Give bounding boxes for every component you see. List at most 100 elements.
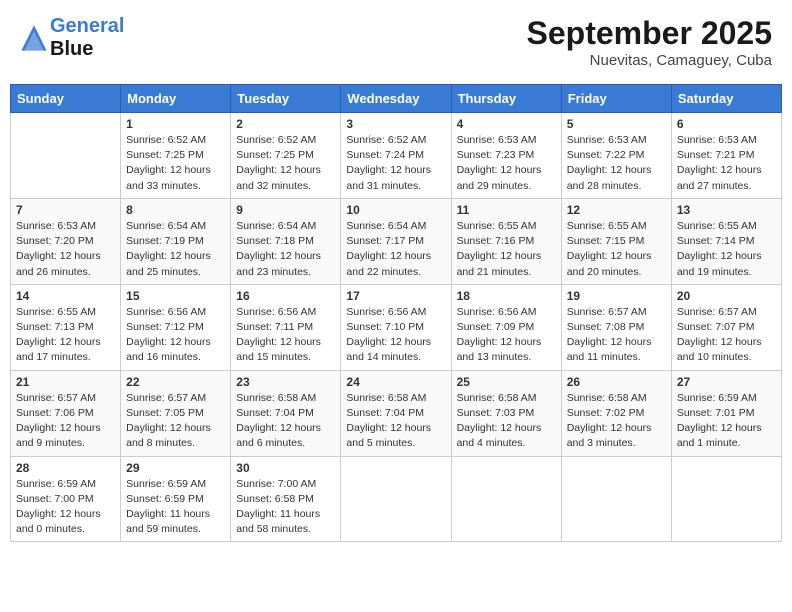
day-number: 9 bbox=[236, 203, 335, 217]
calendar-cell: 15 Sunrise: 6:56 AMSunset: 7:12 PMDayligh… bbox=[121, 284, 231, 370]
day-info: Sunrise: 6:54 AMSunset: 7:19 PMDaylight:… bbox=[126, 219, 225, 280]
logo-text-blue: Blue bbox=[50, 38, 124, 61]
day-number: 13 bbox=[677, 203, 776, 217]
calendar-cell: 21Sunrise: 6:57 AMSunset: 7:06 PMDayligh… bbox=[11, 370, 121, 456]
weekday-header-friday: Friday bbox=[561, 85, 671, 113]
day-info: Sunrise: 6:56 AMSunset: 7:11 PMDaylight:… bbox=[236, 305, 335, 366]
month-title: September 2025 bbox=[527, 15, 772, 52]
calendar-cell bbox=[11, 113, 121, 199]
day-number: 3 bbox=[346, 117, 445, 131]
week-row-2: 7 Sunrise: 6:53 AMSunset: 7:20 PMDaylight… bbox=[11, 198, 782, 284]
day-info: Sunrise: 6:56 AMSunset: 7:09 PMDaylight:… bbox=[457, 305, 556, 366]
calendar-cell: 16 Sunrise: 6:56 AMSunset: 7:11 PMDayligh… bbox=[231, 284, 341, 370]
day-info: Sunrise: 6:56 AMSunset: 7:10 PMDaylight:… bbox=[346, 305, 445, 366]
calendar-cell: 19Sunrise: 6:57 AMSunset: 7:08 PMDayligh… bbox=[561, 284, 671, 370]
day-info: Sunrise: 6:55 AMSunset: 7:13 PMDaylight:… bbox=[16, 305, 115, 366]
calendar-cell bbox=[561, 456, 671, 542]
calendar-cell bbox=[451, 456, 561, 542]
day-info: Sunrise: 6:59 AMSunset: 6:59 PMDaylight:… bbox=[126, 477, 225, 538]
calendar-cell: 2 Sunrise: 6:52 AMSunset: 7:25 PMDaylight… bbox=[231, 113, 341, 199]
day-info: Sunrise: 6:55 AMSunset: 7:16 PMDaylight:… bbox=[457, 219, 556, 280]
day-info: Sunrise: 6:53 AMSunset: 7:20 PMDaylight:… bbox=[16, 219, 115, 280]
day-number: 17 bbox=[346, 289, 445, 303]
day-number: 12 bbox=[567, 203, 666, 217]
day-info: Sunrise: 6:57 AMSunset: 7:07 PMDaylight:… bbox=[677, 305, 776, 366]
weekday-header-thursday: Thursday bbox=[451, 85, 561, 113]
day-info: Sunrise: 6:58 AMSunset: 7:04 PMDaylight:… bbox=[236, 391, 335, 452]
week-row-3: 14Sunrise: 6:55 AMSunset: 7:13 PMDayligh… bbox=[11, 284, 782, 370]
weekday-header-tuesday: Tuesday bbox=[231, 85, 341, 113]
calendar-cell: 17 Sunrise: 6:56 AMSunset: 7:10 PMDayligh… bbox=[341, 284, 451, 370]
day-number: 8 bbox=[126, 203, 225, 217]
week-row-5: 28 Sunrise: 6:59 AMSunset: 7:00 PMDayligh… bbox=[11, 456, 782, 542]
page-header: General Blue September 2025 Nuevitas, Ca… bbox=[10, 10, 782, 74]
day-number: 30 bbox=[236, 461, 335, 475]
calendar-cell: 5 Sunrise: 6:53 AMSunset: 7:22 PMDaylight… bbox=[561, 113, 671, 199]
day-number: 23 bbox=[236, 375, 335, 389]
day-info: Sunrise: 6:57 AMSunset: 7:08 PMDaylight:… bbox=[567, 305, 666, 366]
day-info: Sunrise: 6:57 AMSunset: 7:05 PMDaylight:… bbox=[126, 391, 225, 452]
day-number: 26 bbox=[567, 375, 666, 389]
day-number: 4 bbox=[457, 117, 556, 131]
calendar-cell: 1Sunrise: 6:52 AMSunset: 7:25 PMDaylight… bbox=[121, 113, 231, 199]
day-info: Sunrise: 6:58 AMSunset: 7:04 PMDaylight:… bbox=[346, 391, 445, 452]
day-info: Sunrise: 6:52 AMSunset: 7:25 PMDaylight:… bbox=[236, 133, 335, 194]
day-info: Sunrise: 7:00 AMSunset: 6:58 PMDaylight:… bbox=[236, 477, 335, 538]
day-info: Sunrise: 6:58 AMSunset: 7:02 PMDaylight:… bbox=[567, 391, 666, 452]
day-number: 29 bbox=[126, 461, 225, 475]
logo-text-general: General bbox=[50, 15, 124, 37]
day-number: 16 bbox=[236, 289, 335, 303]
calendar-cell: 8 Sunrise: 6:54 AMSunset: 7:19 PMDaylight… bbox=[121, 198, 231, 284]
day-number: 21 bbox=[16, 375, 115, 389]
day-number: 7 bbox=[16, 203, 115, 217]
day-info: Sunrise: 6:53 AMSunset: 7:21 PMDaylight:… bbox=[677, 133, 776, 194]
day-info: Sunrise: 6:54 AMSunset: 7:17 PMDaylight:… bbox=[346, 219, 445, 280]
calendar-cell: 11 Sunrise: 6:55 AMSunset: 7:16 PMDayligh… bbox=[451, 198, 561, 284]
week-row-4: 21Sunrise: 6:57 AMSunset: 7:06 PMDayligh… bbox=[11, 370, 782, 456]
calendar-cell: 13Sunrise: 6:55 AMSunset: 7:14 PMDayligh… bbox=[671, 198, 781, 284]
calendar-cell: 3 Sunrise: 6:52 AMSunset: 7:24 PMDaylight… bbox=[341, 113, 451, 199]
day-info: Sunrise: 6:53 AMSunset: 7:22 PMDaylight:… bbox=[567, 133, 666, 194]
weekday-header-saturday: Saturday bbox=[671, 85, 781, 113]
day-number: 27 bbox=[677, 375, 776, 389]
calendar-cell: 30 Sunrise: 7:00 AMSunset: 6:58 PMDayligh… bbox=[231, 456, 341, 542]
weekday-header-monday: Monday bbox=[121, 85, 231, 113]
day-number: 10 bbox=[346, 203, 445, 217]
day-number: 2 bbox=[236, 117, 335, 131]
calendar-cell: 28 Sunrise: 6:59 AMSunset: 7:00 PMDayligh… bbox=[11, 456, 121, 542]
day-number: 15 bbox=[126, 289, 225, 303]
week-row-1: 1Sunrise: 6:52 AMSunset: 7:25 PMDaylight… bbox=[11, 113, 782, 199]
calendar-cell: 12 Sunrise: 6:55 AMSunset: 7:15 PMDayligh… bbox=[561, 198, 671, 284]
day-number: 11 bbox=[457, 203, 556, 217]
day-number: 6 bbox=[677, 117, 776, 131]
calendar-cell: 27Sunrise: 6:59 AMSunset: 7:01 PMDayligh… bbox=[671, 370, 781, 456]
calendar-cell: 9 Sunrise: 6:54 AMSunset: 7:18 PMDaylight… bbox=[231, 198, 341, 284]
day-number: 5 bbox=[567, 117, 666, 131]
calendar-cell: 25 Sunrise: 6:58 AMSunset: 7:03 PMDayligh… bbox=[451, 370, 561, 456]
calendar-cell bbox=[671, 456, 781, 542]
day-info: Sunrise: 6:53 AMSunset: 7:23 PMDaylight:… bbox=[457, 133, 556, 194]
weekday-header-row: SundayMondayTuesdayWednesdayThursdayFrid… bbox=[11, 85, 782, 113]
day-number: 28 bbox=[16, 461, 115, 475]
day-info: Sunrise: 6:52 AMSunset: 7:25 PMDaylight:… bbox=[126, 133, 225, 194]
day-info: Sunrise: 6:58 AMSunset: 7:03 PMDaylight:… bbox=[457, 391, 556, 452]
location: Nuevitas, Camaguey, Cuba bbox=[527, 52, 772, 69]
day-number: 25 bbox=[457, 375, 556, 389]
day-info: Sunrise: 6:52 AMSunset: 7:24 PMDaylight:… bbox=[346, 133, 445, 194]
calendar-table: SundayMondayTuesdayWednesdayThursdayFrid… bbox=[10, 84, 782, 542]
calendar-cell: 20Sunrise: 6:57 AMSunset: 7:07 PMDayligh… bbox=[671, 284, 781, 370]
day-info: Sunrise: 6:56 AMSunset: 7:12 PMDaylight:… bbox=[126, 305, 225, 366]
weekday-header-sunday: Sunday bbox=[11, 85, 121, 113]
calendar-cell: 23 Sunrise: 6:58 AMSunset: 7:04 PMDayligh… bbox=[231, 370, 341, 456]
calendar-cell: 22Sunrise: 6:57 AMSunset: 7:05 PMDayligh… bbox=[121, 370, 231, 456]
title-block: September 2025 Nuevitas, Camaguey, Cuba bbox=[527, 15, 772, 69]
calendar-cell bbox=[341, 456, 451, 542]
weekday-header-wednesday: Wednesday bbox=[341, 85, 451, 113]
logo: General Blue bbox=[20, 15, 124, 61]
day-info: Sunrise: 6:55 AMSunset: 7:15 PMDaylight:… bbox=[567, 219, 666, 280]
day-info: Sunrise: 6:59 AMSunset: 7:00 PMDaylight:… bbox=[16, 477, 115, 538]
day-info: Sunrise: 6:54 AMSunset: 7:18 PMDaylight:… bbox=[236, 219, 335, 280]
logo-icon bbox=[20, 24, 48, 52]
calendar-cell: 6 Sunrise: 6:53 AMSunset: 7:21 PMDaylight… bbox=[671, 113, 781, 199]
calendar-cell: 14Sunrise: 6:55 AMSunset: 7:13 PMDayligh… bbox=[11, 284, 121, 370]
